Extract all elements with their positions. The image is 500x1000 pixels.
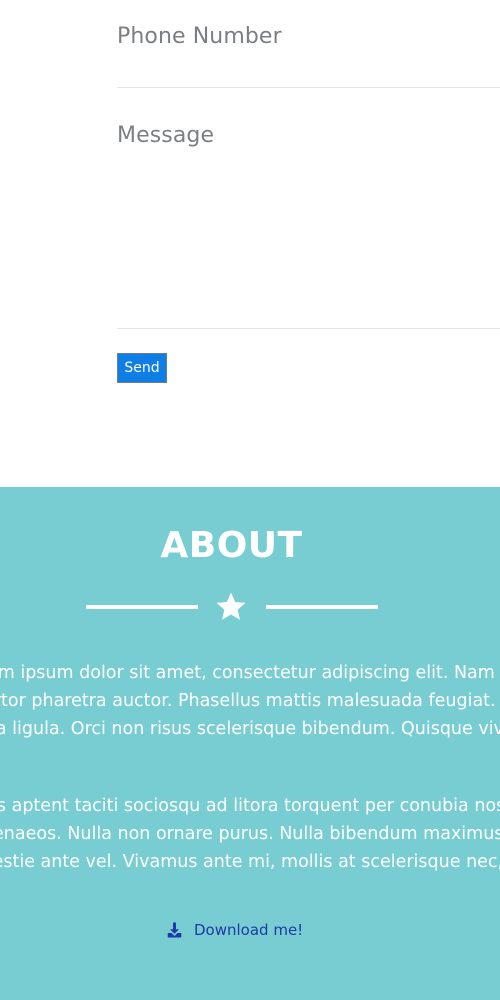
about-paragraph-2: Class aptent taciti sociosqu ad litora t… (0, 792, 500, 876)
page: Phone Number Message Send ABOUT Lorem ip… (0, 0, 500, 1000)
about-paragraph-2-line: Class aptent taciti sociosqu ad litora t… (0, 796, 500, 816)
message-placeholder: Message (117, 123, 215, 148)
about-paragraph-1-line: porta ligula. Orci non risus scelerisque… (0, 719, 500, 739)
about-title: ABOUT (160, 525, 303, 566)
about-paragraph-1: Lorem ipsum dolor sit amet, consectetur … (0, 659, 500, 743)
about-paragraph-2-line: molestie ante vel. Vivamus ante mi, moll… (0, 852, 500, 872)
phone-number-field[interactable]: Phone Number (117, 0, 500, 88)
about-paragraph-1-line: a tortor pharetra auctor. Phasellus matt… (0, 691, 500, 711)
send-button[interactable]: Send (117, 353, 167, 383)
message-field[interactable]: Message (117, 88, 500, 329)
download-label: Download me! (194, 921, 304, 939)
phone-number-placeholder: Phone Number (117, 24, 282, 49)
about-section: ABOUT Lorem ipsum dolor sit amet, consec… (0, 487, 500, 1000)
divider-right-line (266, 605, 378, 609)
download-icon (167, 922, 182, 938)
star-icon (216, 592, 246, 620)
divider-left-line (86, 605, 198, 609)
about-paragraph-1-line: Lorem ipsum dolor sit amet, consectetur … (0, 663, 500, 683)
download-link[interactable]: Download me! (165, 921, 303, 939)
about-paragraph-2-line: himenaeos. Nulla non ornare purus. Nulla… (0, 824, 500, 844)
contact-form: Phone Number Message Send (0, 0, 500, 487)
